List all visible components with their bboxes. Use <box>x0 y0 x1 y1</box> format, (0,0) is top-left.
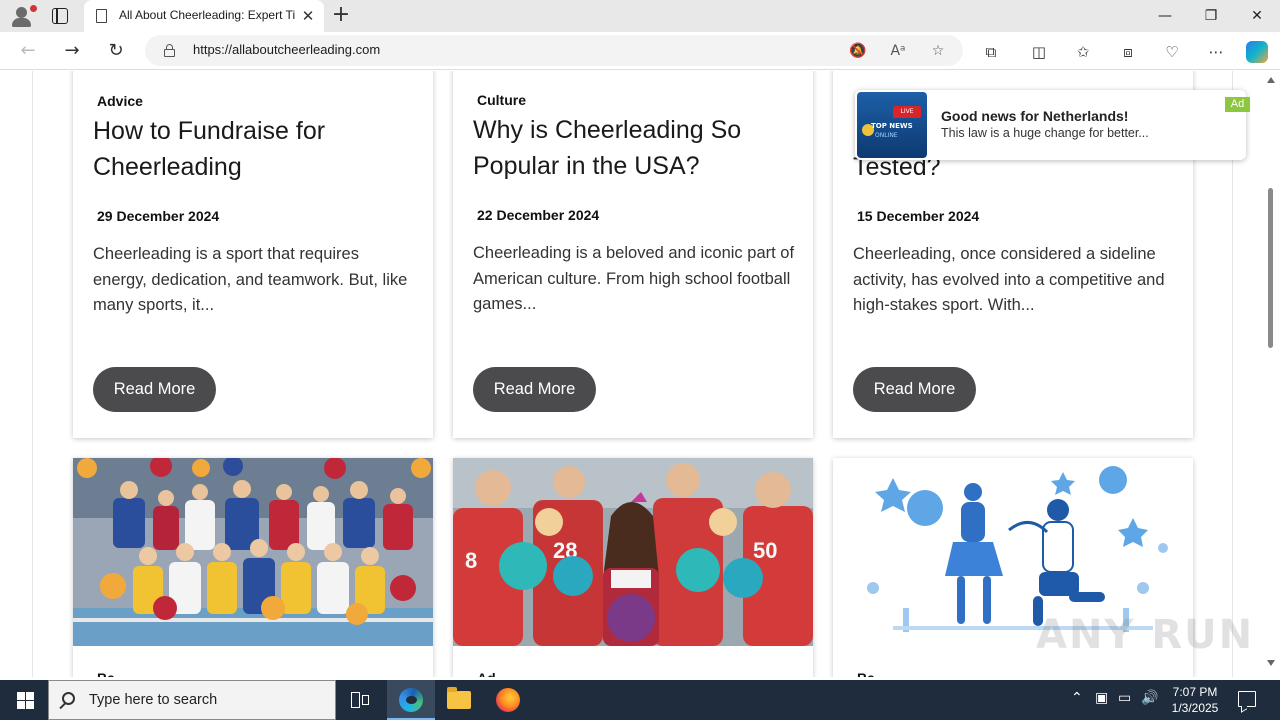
favorites-icon[interactable]: ✩ <box>1072 41 1094 63</box>
browser-toolbar: ← → ↻ https://allaboutcheerleading.com 🔕… <box>0 32 1280 70</box>
read-more-button[interactable]: Read More <box>473 367 596 412</box>
ad-badge: Ad <box>1225 97 1250 112</box>
article-title[interactable]: How to Fundraise for Cheerleading <box>93 113 423 185</box>
show-hidden-icons-icon[interactable]: ⌃ <box>1071 690 1083 706</box>
article-category[interactable]: Culture <box>477 92 526 108</box>
taskbar-search-box[interactable]: Type here to search <box>48 680 336 720</box>
article-category[interactable]: Ad <box>477 670 496 677</box>
page-viewport: Advice How to Fundraise for Cheerleading… <box>0 71 1262 677</box>
taskbar-edge[interactable] <box>387 680 435 720</box>
task-view-icon <box>351 692 369 708</box>
ad-thumb-title: TOP NEWS <box>871 122 913 130</box>
browser-titlebar: All About Cheerleading: Expert Ti ✕ + — … <box>0 0 1280 32</box>
page-border-left <box>32 71 33 677</box>
page-border-right <box>1232 71 1233 677</box>
close-tab-icon[interactable]: ✕ <box>298 6 318 26</box>
folder-icon <box>447 687 471 709</box>
article-card[interactable]: 82850 Ad <box>453 458 813 677</box>
article-excerpt: Cheerleading, once considered a sideline… <box>853 245 1165 314</box>
article-excerpt: Cheerleading is a sport that requires en… <box>93 245 408 314</box>
article-category[interactable]: Ba <box>857 670 875 677</box>
article-card: Culture Why is Cheerleading So Popular i… <box>453 71 813 438</box>
taskbar-firefox[interactable] <box>484 680 532 720</box>
cheerleaders-with-players-image[interactable]: 8 28 50 <box>453 458 813 646</box>
article-category[interactable]: Advice <box>97 93 143 109</box>
split-screen-icon[interactable]: ◫ <box>1028 41 1050 63</box>
article-card: Advice How to Fundraise for Cheerleading… <box>73 71 433 438</box>
article-card[interactable]: Ba <box>73 458 433 677</box>
article-date: 29 December 2024 <box>97 208 220 224</box>
search-icon <box>62 692 75 705</box>
svg-text:8: 8 <box>465 548 477 573</box>
refresh-button[interactable]: ↻ <box>102 38 130 64</box>
live-badge: LIVE <box>893 106 921 118</box>
copilot-icon[interactable] <box>1246 41 1268 63</box>
scrollbar-thumb[interactable] <box>1268 188 1273 348</box>
taskbar-file-explorer[interactable] <box>435 680 483 720</box>
favorite-star-icon[interactable]: ☆ <box>928 41 948 61</box>
close-window-button[interactable]: ✕ <box>1234 0 1280 32</box>
network-icon[interactable]: ▭ <box>1118 690 1131 706</box>
settings-more-icon[interactable]: ⋯ <box>1205 41 1227 63</box>
cheerleading-squad-image[interactable] <box>73 458 433 646</box>
collections-icon[interactable]: ⧈ <box>1117 41 1139 63</box>
forward-button[interactable]: → <box>58 38 86 64</box>
start-button[interactable] <box>0 680 48 720</box>
back-button[interactable]: ← <box>14 38 42 64</box>
read-aloud-icon[interactable]: Aᵃ <box>888 41 908 61</box>
clock-time: 7:07 PM <box>1172 685 1218 699</box>
article-excerpt: Cheerleading is a beloved and iconic par… <box>473 244 795 313</box>
address-bar[interactable]: https://allaboutcheerleading.com 🔕 Aᵃ ☆ <box>145 35 963 66</box>
tab-actions-icon[interactable] <box>52 8 68 24</box>
article-date: 22 December 2024 <box>477 207 600 223</box>
article-date: 15 December 2024 <box>857 208 980 224</box>
svg-text:50: 50 <box>753 538 777 563</box>
volume-icon[interactable]: 🔊 <box>1141 690 1158 706</box>
browser-essentials-icon[interactable]: ♡ <box>1161 41 1183 63</box>
notifications-blocked-icon[interactable]: 🔕 <box>848 41 868 61</box>
watermark-logo: ANY RUN <box>1036 612 1255 658</box>
ad-thumbnail[interactable]: LIVE TOP NEWS ONLINE <box>857 92 927 158</box>
read-more-button[interactable]: Read More <box>93 367 216 412</box>
page-scrollbar[interactable] <box>1262 71 1280 677</box>
taskbar-clock[interactable]: 7:07 PM 1/3/2025 <box>1168 684 1222 716</box>
search-placeholder[interactable]: Type here to search <box>89 692 217 708</box>
profile-avatar-icon[interactable] <box>8 4 37 28</box>
read-more-button[interactable]: Read More <box>853 367 976 412</box>
lock-icon[interactable] <box>164 44 175 57</box>
ad-popup[interactable]: LIVE TOP NEWS ONLINE Good news for Nethe… <box>855 90 1250 160</box>
firefox-icon <box>496 688 520 712</box>
notifications-icon[interactable] <box>1238 691 1256 707</box>
page-icon <box>96 9 107 23</box>
ad-subtext[interactable]: This law is a huge change for better... <box>941 126 1149 140</box>
url-text[interactable]: https://allaboutcheerleading.com <box>193 42 380 57</box>
edge-icon <box>399 688 423 712</box>
device-icon[interactable]: ▣ <box>1095 690 1108 706</box>
article-title[interactable]: Why is Cheerleading So Popular in the US… <box>473 112 803 184</box>
tab-title: All About Cheerleading: Expert Ti <box>119 8 295 22</box>
windows-taskbar: Type here to search ⌃ ▣ ▭ 🔊 7:07 PM 1/3/… <box>0 680 1280 720</box>
scroll-down-arrow-icon[interactable] <box>1267 660 1275 666</box>
article-category[interactable]: Ba <box>97 670 115 677</box>
ad-headline[interactable]: Good news for Netherlands! <box>941 108 1128 124</box>
scroll-up-arrow-icon[interactable] <box>1267 77 1275 83</box>
extensions-icon[interactable]: ⧉ <box>980 41 1002 63</box>
clock-date: 1/3/2025 <box>1171 701 1219 715</box>
minimize-button[interactable]: — <box>1142 0 1188 32</box>
restore-button[interactable]: ❐ <box>1188 0 1234 32</box>
browser-tab-active[interactable]: All About Cheerleading: Expert Ti ✕ <box>84 0 324 32</box>
new-tab-button[interactable]: + <box>330 4 352 28</box>
task-view-button[interactable] <box>336 680 384 720</box>
ad-thumb-subtitle: ONLINE <box>875 132 898 139</box>
